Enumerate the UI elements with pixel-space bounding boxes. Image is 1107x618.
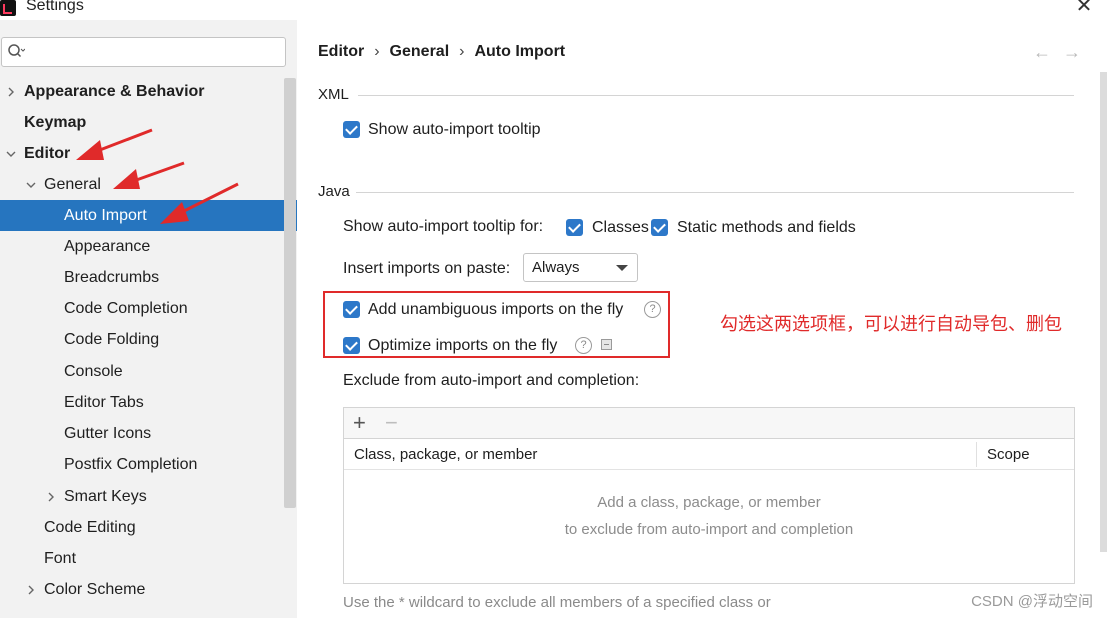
tree-item-smart-keys[interactable]: Smart Keys xyxy=(0,481,297,512)
forward-arrow-icon[interactable]: → xyxy=(1063,42,1093,62)
sidebar-scrollbar[interactable] xyxy=(284,78,296,508)
title-bar: Settings ✕ xyxy=(0,0,1107,20)
tree-item-font[interactable]: Font xyxy=(0,543,297,574)
tree-item-label: Editor Tabs xyxy=(64,394,144,411)
column-header-member[interactable]: Class, package, or member xyxy=(354,446,537,463)
help-icon[interactable]: ? xyxy=(644,301,661,318)
tooltip-static-checkbox[interactable] xyxy=(651,219,668,236)
empty-state-line-1: Add a class, package, or member xyxy=(597,494,821,511)
tooltip-static-label[interactable]: Static methods and fields xyxy=(677,219,856,237)
tree-item-label: Breadcrumbs xyxy=(64,269,160,286)
content-scrollbar[interactable] xyxy=(1100,72,1107,552)
tree-item-label: Postfix Completion xyxy=(64,456,198,473)
tooltip-for-label: Show auto-import tooltip for: xyxy=(343,218,544,235)
annotation-text: 勾选这两选项框，可以进行自动导包、删包 xyxy=(720,314,1062,335)
breadcrumb-item: Auto Import xyxy=(474,43,566,60)
tree-item-appearance[interactable]: Appearance xyxy=(0,231,297,262)
configure-icon[interactable] xyxy=(601,339,612,350)
tooltip-classes-label[interactable]: Classes xyxy=(592,219,649,237)
help-icon[interactable]: ? xyxy=(575,337,592,354)
breadcrumb-separator: › xyxy=(459,43,465,60)
chevron-down-icon[interactable] xyxy=(5,148,17,160)
tree-item-keymap[interactable]: Keymap xyxy=(0,107,297,138)
tree-item-editor[interactable]: Editor xyxy=(0,138,297,169)
table-header: Class, package, or member Scope xyxy=(344,439,1074,470)
tree-item-label: Code Completion xyxy=(64,300,188,317)
optimize-imports-checkbox[interactable] xyxy=(343,337,360,354)
optimize-imports-label[interactable]: Optimize imports on the fly xyxy=(368,337,557,355)
exclude-table: + − Class, package, or member Scope Add … xyxy=(343,407,1075,584)
search-field[interactable] xyxy=(1,37,286,67)
tooltip-classes-checkbox[interactable] xyxy=(566,219,583,236)
search-icon xyxy=(8,44,25,58)
wildcard-hint: Use the * wildcard to exclude all member… xyxy=(343,594,771,611)
section-divider xyxy=(356,192,1074,193)
settings-sidebar: Appearance & Behavior Keymap Editor Gene… xyxy=(0,20,297,618)
tree-item-label: Gutter Icons xyxy=(64,425,152,442)
column-header-scope[interactable]: Scope xyxy=(987,446,1030,463)
tree-item-label: Code Folding xyxy=(64,331,160,348)
remove-icon[interactable]: − xyxy=(385,410,398,436)
exclude-label: Exclude from auto-import and completion: xyxy=(343,372,640,389)
add-unambiguous-imports-label[interactable]: Add unambiguous imports on the fly xyxy=(368,301,623,319)
section-title-xml: XML xyxy=(318,86,349,103)
breadcrumb-item[interactable]: Editor xyxy=(318,43,364,60)
table-toolbar: + − xyxy=(344,408,1074,439)
tree-item-color-scheme[interactable]: Color Scheme xyxy=(0,574,297,605)
tree-item-label: Appearance xyxy=(64,238,151,255)
history-navigation: ←→ xyxy=(1033,42,1093,63)
tree-item-label: Color Scheme xyxy=(44,581,146,598)
tree-item-code-folding[interactable]: Code Folding xyxy=(0,324,297,355)
tree-item-label: Appearance & Behavior xyxy=(24,83,205,100)
tree-item-breadcrumbs[interactable]: Breadcrumbs xyxy=(0,262,297,293)
back-arrow-icon[interactable]: ← xyxy=(1033,42,1063,62)
watermark: CSDN @浮动空间 xyxy=(971,593,1093,610)
tree-item-general[interactable]: General xyxy=(0,169,297,200)
add-unambiguous-imports-checkbox[interactable] xyxy=(343,301,360,318)
chevron-right-icon[interactable] xyxy=(25,584,37,596)
section-title-java: Java xyxy=(318,183,350,200)
tree-item-label: Keymap xyxy=(24,114,87,131)
insert-imports-label: Insert imports on paste: xyxy=(343,260,511,277)
settings-content: Editor › General › Auto Import ←→ XML Show a… xyxy=(297,20,1107,618)
tree-item-editor-tabs[interactable]: Editor Tabs xyxy=(0,387,297,418)
insert-imports-dropdown[interactable]: Always xyxy=(523,253,638,282)
tree-item-label: Smart Keys xyxy=(64,488,147,505)
close-button[interactable]: ✕ xyxy=(1075,0,1093,16)
add-icon[interactable]: + xyxy=(353,410,366,436)
tree-item-code-completion[interactable]: Code Completion xyxy=(0,293,297,324)
tree-item-postfix-completion[interactable]: Postfix Completion xyxy=(0,449,297,480)
chevron-right-icon[interactable] xyxy=(5,86,17,98)
chevron-right-icon[interactable] xyxy=(45,491,57,503)
insert-imports-value: Always xyxy=(532,259,580,276)
tree-item-label: Auto Import xyxy=(64,207,147,224)
intellij-idea-icon xyxy=(0,0,16,16)
chevron-down-icon[interactable] xyxy=(25,179,37,191)
tree-item-label: Console xyxy=(64,363,123,380)
breadcrumb-separator: › xyxy=(374,43,380,60)
tree-item-appearance-behavior[interactable]: Appearance & Behavior xyxy=(0,76,297,107)
show-auto-import-tooltip-label[interactable]: Show auto-import tooltip xyxy=(368,121,541,139)
tree-item-label: General xyxy=(44,176,101,193)
tree-item-console[interactable]: Console xyxy=(0,356,297,387)
tree-item-gutter-icons[interactable]: Gutter Icons xyxy=(0,418,297,449)
show-auto-import-tooltip-checkbox[interactable] xyxy=(343,121,360,138)
dropdown-arrow-icon xyxy=(616,265,628,271)
column-divider[interactable] xyxy=(976,442,977,467)
search-input[interactable] xyxy=(32,42,282,62)
tree-item-auto-import[interactable]: Auto Import xyxy=(0,200,297,231)
breadcrumb: Editor › General › Auto Import xyxy=(318,43,565,61)
breadcrumb-item[interactable]: General xyxy=(390,43,450,60)
tree-item-label: Code Editing xyxy=(44,519,136,536)
tree-item-label: Font xyxy=(44,550,77,567)
empty-state-line-2: to exclude from auto-import and completi… xyxy=(564,521,854,538)
tree-item-code-editing[interactable]: Code Editing xyxy=(0,512,297,543)
tree-item-label: Editor xyxy=(24,145,71,162)
window-title: Settings xyxy=(26,0,84,14)
section-divider xyxy=(358,95,1074,96)
